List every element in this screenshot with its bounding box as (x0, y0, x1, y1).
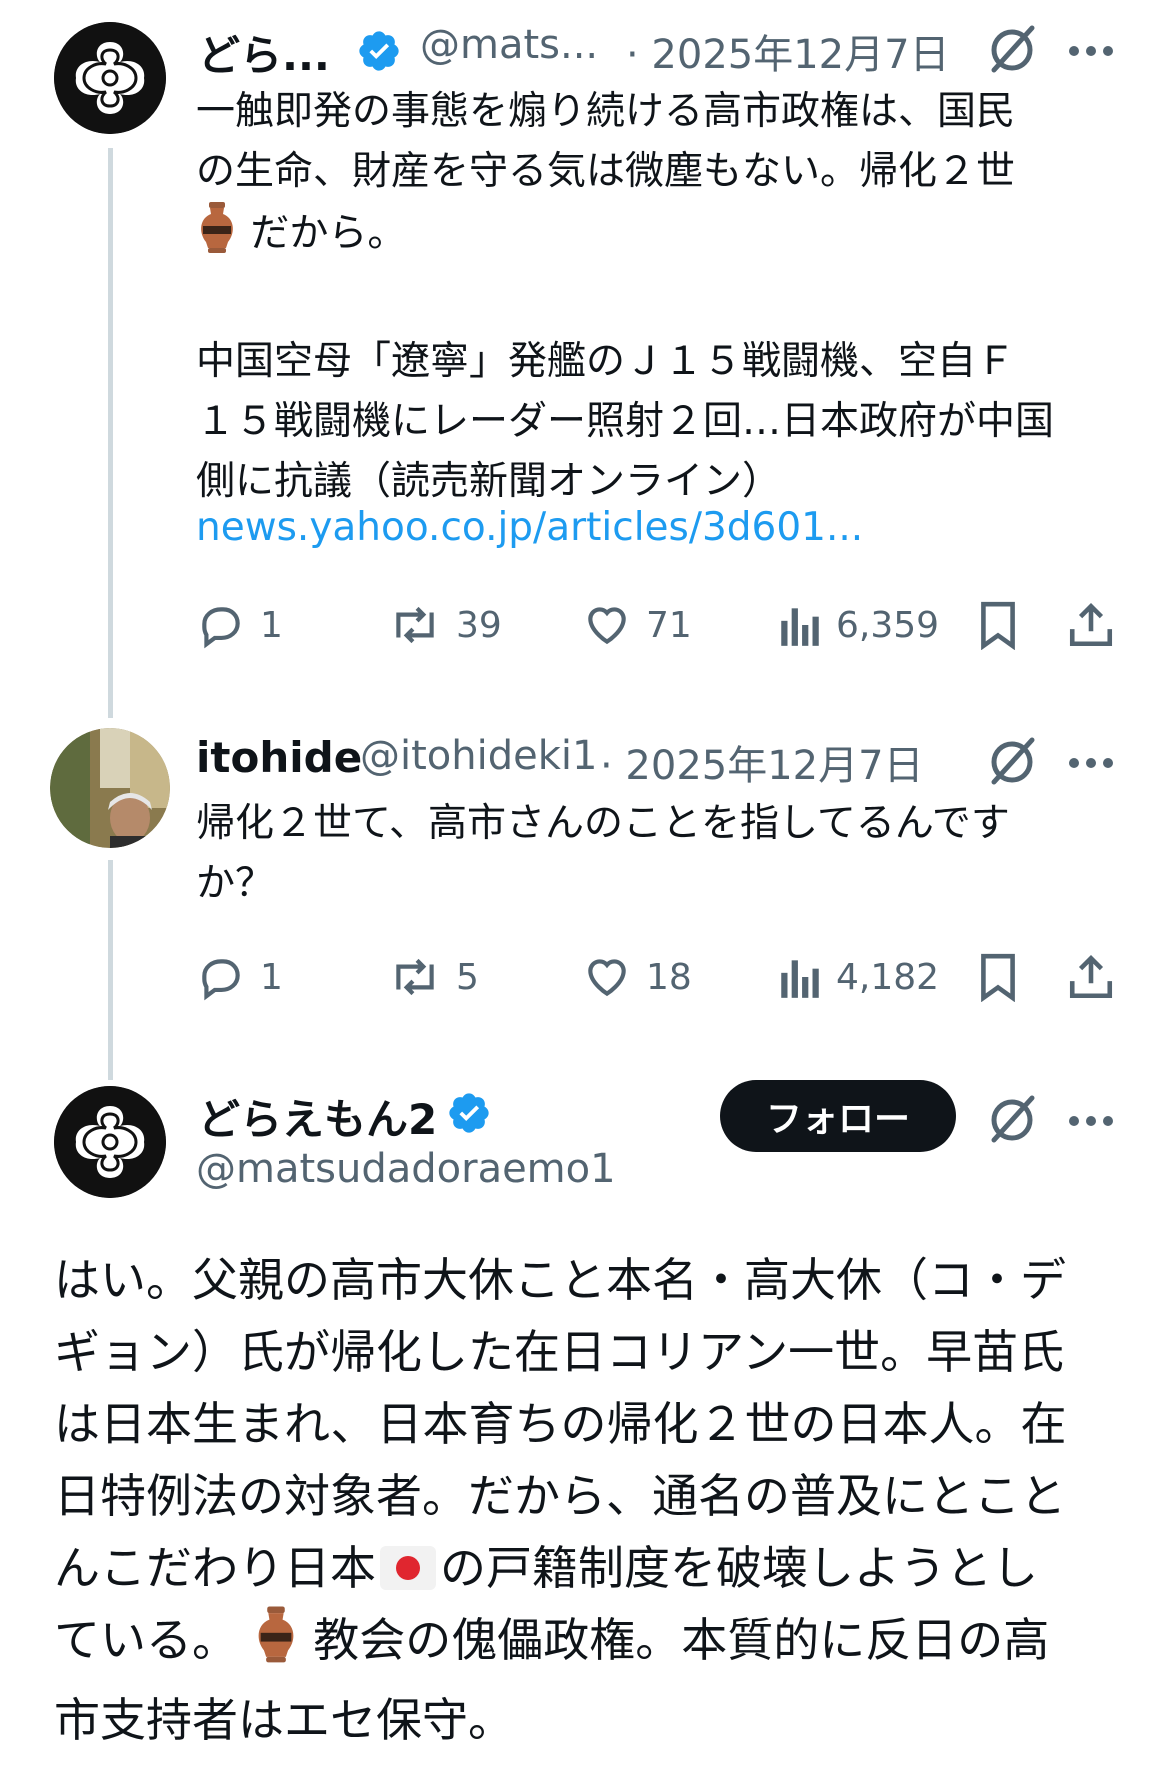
author-handle[interactable]: @itohideki1 (360, 733, 597, 779)
grok-icon[interactable] (984, 1090, 1040, 1150)
japan-flag-emoji (380, 1546, 436, 1590)
like-icon (588, 607, 626, 645)
tweet-text: はい。父親の高市大休こと本名・高大休（コ・デ ギョン）氏が帰化した在日コリアン一… (54, 1244, 1144, 1756)
tweet-text: 一触即発の事態を煽り続ける高市政権は、国民 の生命、財産を守る気は微塵もない。帰… (196, 82, 1126, 512)
tweet-text-line: 中国空母「遼寧」発艦のＪ１５戦闘機、空自Ｆ １５戦闘機にレーダー照射２回…日本政… (196, 339, 1055, 504)
tweet-text-line: 一触即発の事態を煽り続ける高市政権は、国民 の生命、財産を守る気は微塵もない。帰… (196, 89, 1016, 194)
reply-count: 1 (260, 956, 283, 998)
repost-count: 39 (456, 604, 502, 646)
avatar[interactable] (54, 1086, 166, 1198)
more-icon[interactable] (1068, 754, 1114, 773)
tweet-text-line: だから。 (250, 211, 407, 256)
author-name[interactable]: どらえもん2 (198, 1086, 437, 1147)
avatar[interactable] (54, 22, 166, 134)
bookmark-icon[interactable] (976, 952, 1020, 1006)
like-button[interactable]: 71 (582, 600, 692, 650)
grok-icon[interactable] (984, 732, 1040, 792)
repost-icon (396, 606, 434, 644)
like-count: 71 (646, 604, 692, 646)
grok-icon[interactable] (984, 20, 1040, 80)
tweet-date[interactable]: · 2025年12月7日 (626, 22, 950, 80)
reply-icon (202, 607, 240, 649)
more-icon[interactable] (1068, 42, 1114, 61)
amphora-emoji (196, 202, 238, 272)
author-handle[interactable]: @mats... (420, 22, 598, 68)
share-icon[interactable] (1066, 952, 1116, 1006)
verified-badge-icon (446, 1090, 492, 1140)
share-icon[interactable] (1066, 600, 1116, 654)
views-count: 6,359 (836, 604, 940, 646)
reply-button[interactable]: 1 (196, 600, 283, 650)
bookmark-icon[interactable] (976, 600, 1020, 654)
author-handle[interactable]: @matsudadoraemo1 (196, 1146, 616, 1192)
reply-count: 1 (260, 604, 283, 646)
views-button[interactable]: 6,359 (778, 600, 939, 650)
tweet-text: 帰化２世て、高市さんのことを指してるんです か？ (196, 801, 1010, 906)
follow-button[interactable]: フォロー (720, 1080, 956, 1152)
repost-button[interactable]: 39 (388, 600, 502, 650)
repost-icon (396, 958, 434, 996)
tweet-date[interactable]: · 2025年12月7日 (600, 733, 924, 791)
verified-badge-icon (356, 28, 402, 78)
more-icon[interactable] (1068, 1112, 1114, 1131)
author-name[interactable]: itohide (196, 733, 362, 782)
amphora-emoji (253, 1606, 299, 1684)
reply-icon (202, 959, 240, 1001)
views-button[interactable]: 4,182 (778, 952, 939, 1002)
like-icon (588, 959, 626, 997)
like-button[interactable]: 18 (582, 952, 692, 1002)
article-link[interactable]: news.yahoo.co.jp/articles/3d601... (196, 505, 863, 550)
avatar[interactable] (50, 728, 170, 848)
like-count: 18 (646, 956, 692, 998)
views-count: 4,182 (836, 956, 940, 998)
author-name[interactable]: どら... (198, 22, 330, 83)
thread-line (108, 860, 113, 1080)
reply-button[interactable]: 1 (196, 952, 283, 1002)
views-icon (781, 608, 819, 646)
repost-button[interactable]: 5 (388, 952, 479, 1002)
thread-line (108, 148, 113, 718)
repost-count: 5 (456, 956, 479, 998)
views-icon (781, 960, 819, 998)
